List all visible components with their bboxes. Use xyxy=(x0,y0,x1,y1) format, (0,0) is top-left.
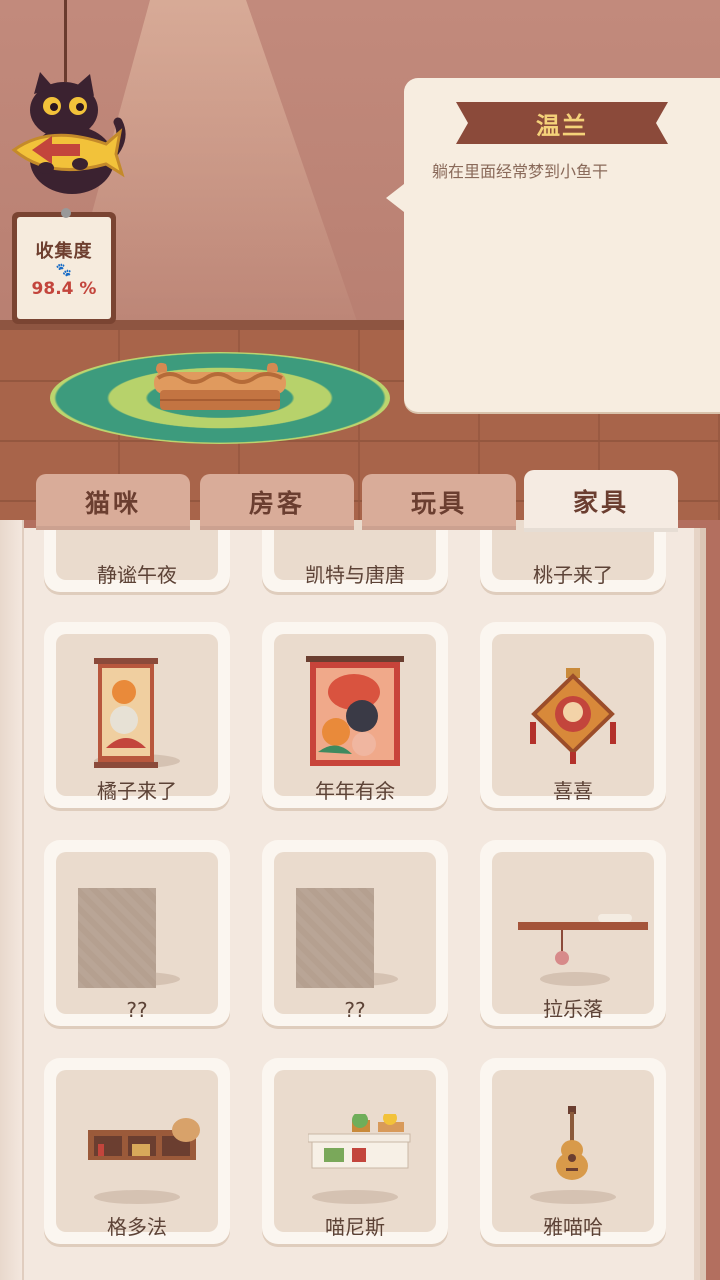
back-button[interactable] xyxy=(10,72,130,200)
item-card[interactable]: ?? xyxy=(262,840,448,1026)
tab-furniture[interactable]: 家具 xyxy=(524,470,678,532)
item-label: 雅喵哈 xyxy=(543,1215,603,1239)
collection-board: 收集度 🐾 98.4 % xyxy=(12,208,116,324)
item-card[interactable]: ?? xyxy=(44,840,230,1026)
cat-back-arrow-icon xyxy=(11,72,126,194)
tab-toys[interactable]: 玩具 xyxy=(362,474,516,530)
locked-placeholder xyxy=(78,888,156,988)
fish-cat-poster-icon xyxy=(306,656,404,766)
white-plant-shelf-icon xyxy=(308,1114,411,1169)
pin-icon xyxy=(61,208,71,218)
item-label: 桃子来了 xyxy=(533,563,613,587)
card-shadow xyxy=(312,1190,398,1204)
collection-paper: 收集度 🐾 98.4 % xyxy=(17,217,111,319)
tab-tenants[interactable]: 房客 xyxy=(200,474,354,530)
category-tabs: 猫咪 房客 玩具 家具 xyxy=(36,470,716,532)
item-card[interactable]: 喵尼斯 xyxy=(262,1058,448,1244)
item-grid[interactable]: 静谧午夜 凯特与唐唐 桃子来了 橘子来了 年年有余 喜喜 ?? ?? 拉乐落 格… xyxy=(44,520,670,1280)
item-card[interactable]: 雅喵哈 xyxy=(480,1058,666,1244)
book: 静谧午夜 凯特与唐唐 桃子来了 橘子来了 年年有余 喜喜 ?? ?? 拉乐落 格… xyxy=(0,520,720,1280)
item-card[interactable]: 格多法 xyxy=(44,1058,230,1244)
tab-cats[interactable]: 猫咪 xyxy=(36,474,190,530)
item-label: 年年有余 xyxy=(315,779,395,803)
book-spine xyxy=(0,520,24,1280)
collection-value: 98.4 % xyxy=(31,279,97,299)
item-card[interactable]: 年年有余 xyxy=(262,622,448,808)
card-shadow xyxy=(530,1190,616,1204)
item-info-panel: 温兰 躺在里面经常梦到小鱼干 xyxy=(386,78,720,412)
paw-icon: 🐾 xyxy=(55,263,73,278)
item-card[interactable]: 拉乐落 xyxy=(480,840,666,1026)
wall-shelf-yarn-icon xyxy=(518,914,648,965)
locked-placeholder xyxy=(296,888,374,988)
item-label: 拉乐落 xyxy=(543,997,603,1021)
item-label: 凯特与唐唐 xyxy=(305,563,405,587)
item-card[interactable]: 喜喜 xyxy=(480,622,666,808)
item-label: ?? xyxy=(126,998,148,1022)
orange-cat-scroll-icon xyxy=(94,658,158,768)
item-card[interactable]: 橘子来了 xyxy=(44,622,230,808)
cubby-shelf-icon xyxy=(88,1118,200,1160)
guitar-icon xyxy=(556,1106,588,1180)
item-label: 橘子来了 xyxy=(97,779,177,803)
lucky-charm-icon xyxy=(530,668,616,764)
item-label: 喵尼斯 xyxy=(325,1215,385,1239)
item-label: 喜喜 xyxy=(553,779,593,803)
item-label: 静谧午夜 xyxy=(97,563,177,587)
collection-title: 收集度 xyxy=(35,241,93,262)
card-shadow xyxy=(94,1190,180,1204)
name-ribbon: 温兰 xyxy=(456,102,668,144)
hanging-string xyxy=(64,0,67,82)
item-name: 温兰 xyxy=(536,111,588,140)
basket-bed-icon xyxy=(150,360,290,410)
floor-line xyxy=(0,440,720,442)
item-label: ?? xyxy=(344,998,366,1022)
item-description: 躺在里面经常梦到小鱼干 xyxy=(432,162,609,181)
item-label: 格多法 xyxy=(107,1215,167,1239)
